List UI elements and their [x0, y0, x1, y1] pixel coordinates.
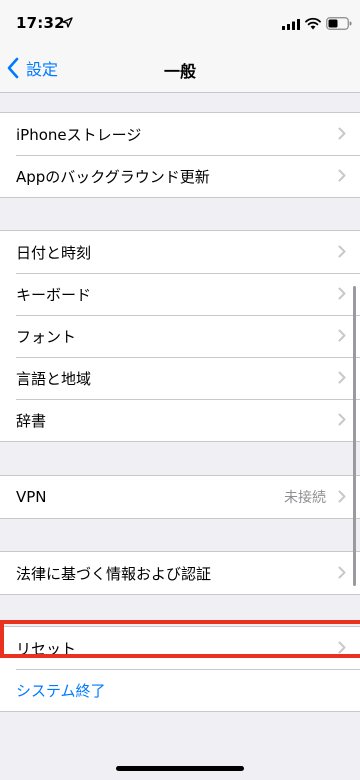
chevron-right-icon	[338, 329, 346, 342]
row-reset[interactable]: リセット	[0, 627, 360, 669]
row-iphone-storage[interactable]: iPhoneストレージ	[0, 113, 360, 155]
row-label: フォント	[16, 327, 77, 346]
vpn-status-value: 未接続	[284, 490, 326, 506]
status-time: 17:32	[16, 14, 65, 32]
chevron-right-icon	[338, 169, 346, 182]
cellular-signal-icon	[282, 19, 300, 30]
settings-group-reset: リセット システム終了	[0, 626, 360, 712]
row-label: VPN	[16, 488, 47, 506]
settings-group-storage: iPhoneストレージ Appのバックグラウンド更新	[0, 112, 360, 198]
navigation-bar: 設定 一般	[0, 44, 360, 93]
row-fonts[interactable]: フォント	[0, 315, 360, 357]
row-label: 日付と時刻	[16, 243, 92, 262]
row-dictionary[interactable]: 辞書	[0, 399, 360, 441]
chevron-right-icon	[338, 127, 346, 140]
row-vpn[interactable]: VPN 未接続	[0, 476, 360, 518]
chevron-right-icon	[338, 287, 346, 300]
row-date-time[interactable]: 日付と時刻	[0, 231, 360, 273]
chevron-right-icon	[338, 413, 346, 426]
battery-icon	[326, 17, 352, 30]
row-background-app-refresh[interactable]: Appのバックグラウンド更新	[0, 155, 360, 197]
chevron-right-icon	[338, 371, 346, 384]
scroll-indicator	[353, 286, 356, 586]
row-label: iPhoneストレージ	[16, 125, 142, 144]
shut-down-label: システム終了	[16, 681, 106, 700]
row-label: Appのバックグラウンド更新	[16, 167, 210, 186]
row-label: 言語と地域	[16, 369, 92, 388]
row-label: キーボード	[16, 285, 92, 304]
chevron-right-icon	[338, 641, 346, 654]
row-label: リセット	[16, 639, 77, 658]
home-indicator	[116, 766, 244, 771]
row-legal-regulatory[interactable]: 法律に基づく情報および認証	[0, 552, 360, 594]
chevron-right-icon	[338, 245, 346, 258]
chevron-right-icon	[338, 566, 346, 579]
row-language-region[interactable]: 言語と地域	[0, 357, 360, 399]
chevron-right-icon	[338, 490, 346, 503]
wifi-icon	[305, 17, 321, 30]
row-label: 法律に基づく情報および認証	[16, 564, 212, 583]
settings-group-regional: 日付と時刻 キーボード フォント 言語と地域 辞書	[0, 230, 360, 442]
status-bar: 17:32	[0, 0, 360, 44]
row-label: 辞書	[16, 411, 47, 430]
page-title: 一般	[163, 62, 196, 81]
settings-group-legal: 法律に基づく情報および認証	[0, 551, 360, 595]
location-arrow-icon	[62, 17, 73, 28]
settings-group-vpn: VPN 未接続	[0, 475, 360, 519]
row-shut-down[interactable]: システム終了	[0, 669, 360, 711]
row-keyboard[interactable]: キーボード	[0, 273, 360, 315]
